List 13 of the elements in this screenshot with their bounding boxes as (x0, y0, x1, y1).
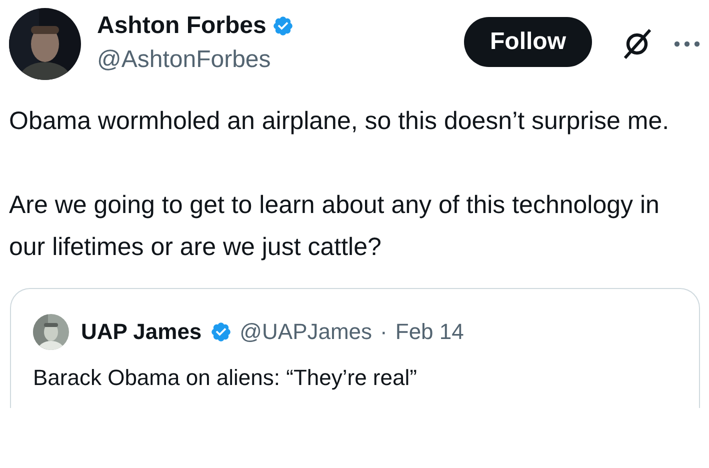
quoted-post-text: Barack Obama on aliens: “They’re real” (33, 364, 418, 392)
separator: · (380, 319, 388, 345)
quoted-post-card[interactable]: UAP James @UAPJames · Feb 14 Barack Obama on aliens: “They’re real” (10, 288, 700, 408)
slashed-circle-icon[interactable] (622, 28, 652, 60)
follow-button[interactable]: Follow (464, 17, 592, 67)
post-text: Are we going to get to learn about any of this technology in our lifetimes or are we just cattle? (9, 190, 660, 263)
author-name[interactable]: Ashton Forbes (97, 12, 266, 40)
post-date: Feb 14 (395, 319, 464, 345)
author-handle[interactable]: @AshtonForbes (97, 46, 448, 74)
quoted-author-handle: @UAPJames (240, 319, 372, 345)
quoted-author-name: UAP James (81, 319, 202, 345)
more-icon[interactable] (674, 41, 700, 47)
post-text: Obama wormholed an airplane, so this doesn’t surprise me. (9, 106, 670, 137)
